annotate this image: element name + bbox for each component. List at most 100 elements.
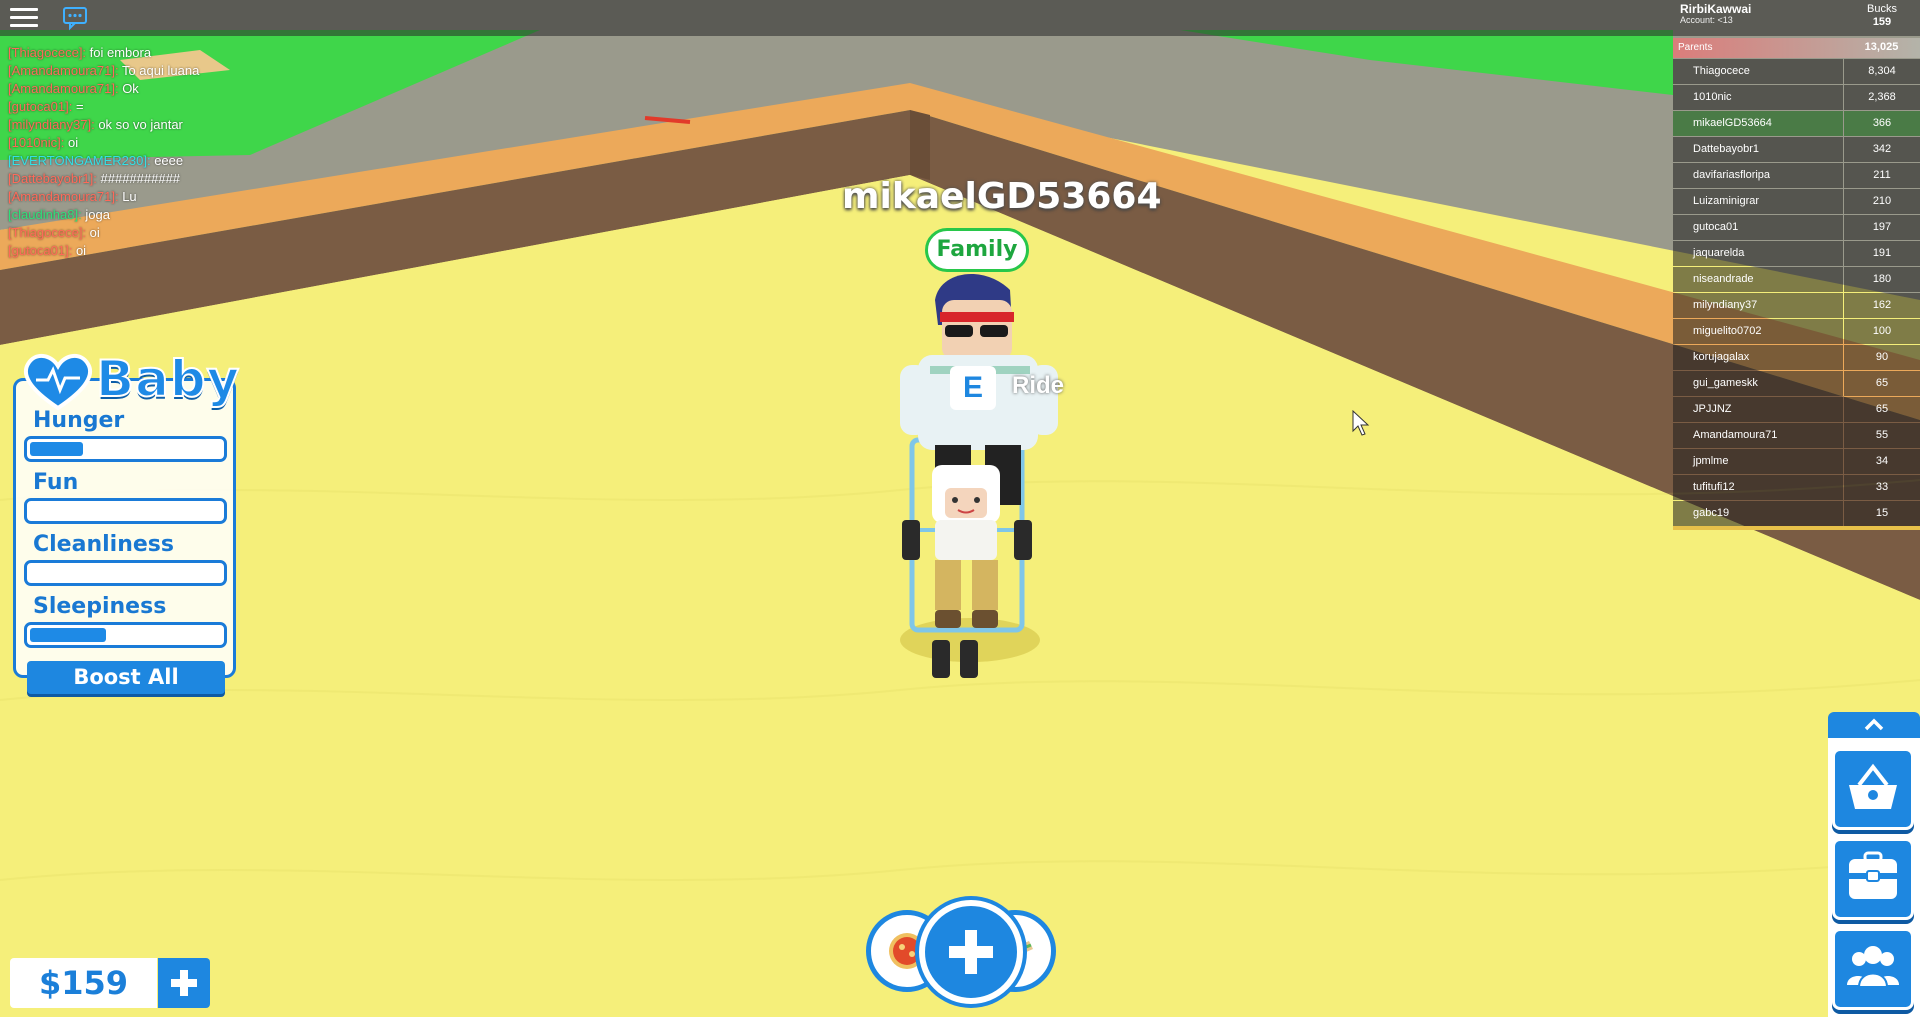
leaderboard[interactable]: Parents 13,025 Thiagocece 8,304 1010nic 2,3… — [1673, 38, 1920, 530]
cleanliness-bar — [24, 560, 227, 586]
leaderboard-row[interactable]: gutoca01 197 — [1673, 215, 1920, 240]
hamburger-menu-icon[interactable] — [10, 6, 38, 30]
leaderboard-player-name: mikaelGD53664 — [1673, 111, 1843, 136]
chat-message: [Thiagocece]: foi embora — [8, 44, 199, 62]
chat-message: [EVERTONGAMER230]: eeee — [8, 152, 199, 170]
leaderboard-player-value: 342 — [1844, 137, 1920, 162]
add-money-button[interactable] — [158, 958, 210, 1008]
chat-text: joga — [81, 207, 110, 222]
chat-sender[interactable]: [1010nic]: — [8, 135, 64, 150]
chat-text: oi — [72, 243, 87, 258]
chat-message: [gutoca01]: = — [8, 98, 199, 116]
leaderboard-row[interactable]: Luizaminigrar 210 — [1673, 189, 1920, 214]
chat-sender[interactable]: [Dattebayobr1]: — [8, 171, 97, 186]
leaderboard-team-header: Parents 13,025 — [1673, 38, 1920, 58]
chat-text: = — [72, 99, 84, 114]
chat-sender[interactable]: [Thiagocece]: — [8, 45, 86, 60]
leaderboard-row[interactable]: niseandrade 180 — [1673, 267, 1920, 292]
leaderboard-row[interactable]: jaquarelda 191 — [1673, 241, 1920, 266]
leaderboard-player-value: 366 — [1844, 111, 1920, 136]
chat-text: Ok — [118, 81, 139, 96]
leaderboard-player-name: jpmlme — [1673, 449, 1843, 474]
chat-message: [claudinha8]: joga — [8, 206, 199, 224]
leaderboard-player-name: Luizaminigrar — [1673, 189, 1843, 214]
leaderboard-player-name: 1010nic — [1673, 85, 1843, 110]
leaderboard-row[interactable]: davifariasfloripa 211 — [1673, 163, 1920, 188]
leaderboard-row[interactable]: gabc19 15 — [1673, 501, 1920, 526]
leaderboard-player-value: 2,368 — [1844, 85, 1920, 110]
bucks-display: Bucks 159 — [1850, 3, 1914, 29]
leaderboard-player-value: 210 — [1844, 189, 1920, 214]
leaderboard-row[interactable]: tufitufi12 33 — [1673, 475, 1920, 500]
leaderboard-row[interactable]: milyndiany37 162 — [1673, 293, 1920, 318]
leaderboard-player-value: 34 — [1844, 449, 1920, 474]
leaderboard-player-name: Amandamoura71 — [1673, 423, 1843, 448]
chat-sender[interactable]: [gutoca01]: — [8, 243, 72, 258]
leaderboard-player-value: 8,304 — [1844, 59, 1920, 84]
backpack-icon[interactable] — [1832, 838, 1914, 920]
chat-text: Lu — [118, 189, 137, 204]
hunger-label: Hunger — [33, 408, 125, 433]
top-bar: RirbiKawwai Account: <13 Bucks 159 — [0, 0, 1920, 36]
add-action-button[interactable] — [919, 900, 1023, 1004]
leaderboard-row[interactable]: Amandamoura71 55 — [1673, 423, 1920, 448]
people-group-icon[interactable] — [1832, 928, 1914, 1010]
chat-text: To aqui luana — [118, 63, 200, 78]
chat-message: [Thiagocece]: oi — [8, 224, 199, 242]
shopping-basket-icon[interactable] — [1832, 748, 1914, 830]
ride-label: Ride — [1012, 372, 1065, 399]
mouse-cursor-icon — [1352, 410, 1370, 436]
chat-sender[interactable]: [Amandamoura71]: — [8, 81, 119, 96]
fun-bar — [24, 498, 227, 524]
sleepiness-bar — [24, 622, 227, 648]
chevron-up-icon[interactable] — [1828, 712, 1920, 738]
game-world-backdrop — [0, 0, 1920, 1017]
leaderboard-row[interactable]: mikaelGD53664 366 — [1673, 111, 1920, 136]
leaderboard-row[interactable]: gui_gameskk 65 — [1673, 371, 1920, 396]
leaderboard-player-value: 33 — [1844, 475, 1920, 500]
leaderboard-player-value: 162 — [1844, 293, 1920, 318]
leaderboard-player-value: 55 — [1844, 423, 1920, 448]
leaderboard-row[interactable]: Thiagocece 8,304 — [1673, 59, 1920, 84]
leaderboard-player-value: 90 — [1844, 345, 1920, 370]
leaderboard-player-value: 211 — [1844, 163, 1920, 188]
chat-sender[interactable]: [Amandamoura71]: — [8, 63, 119, 78]
leaderboard-player-value: 191 — [1844, 241, 1920, 266]
leaderboard-row[interactable]: Dattebayobr1 342 — [1673, 137, 1920, 162]
interact-key-e[interactable]: E — [950, 366, 996, 410]
boost-all-button[interactable]: Boost All — [27, 661, 225, 694]
chat-text: oi — [64, 135, 79, 150]
chat-message: [1010nic]: oi — [8, 134, 199, 152]
money-display: $159 — [10, 958, 157, 1008]
leaderboard-player-name: gabc19 — [1673, 501, 1843, 526]
chat-sender[interactable]: [gutoca01]: — [8, 99, 72, 114]
leaderboard-player-name: gui_gameskk — [1673, 371, 1843, 396]
chat-text: foi embora — [86, 45, 152, 60]
chat-sender[interactable]: [Thiagocece]: — [8, 225, 86, 240]
chat-sender[interactable]: [milyndiany37]: — [8, 117, 95, 132]
bucks-value: 159 — [1872, 16, 1892, 28]
chat-sender[interactable]: [EVERTONGAMER230]: — [8, 153, 151, 168]
fun-label: Fun — [33, 470, 79, 495]
leaderboard-row[interactable]: JPJJNZ 65 — [1673, 397, 1920, 422]
chat-log: [Thiagocece]: foi embora [Amandamoura71]:… — [8, 44, 199, 260]
bucks-label: Bucks — [1867, 3, 1897, 15]
leaderboard-player-name: tufitufi12 — [1673, 475, 1843, 500]
leaderboard-row[interactable]: korujagalax 90 — [1673, 345, 1920, 370]
leaderboard-row[interactable]: 1010nic 2,368 — [1673, 85, 1920, 110]
account-info: RirbiKawwai Account: <13 — [1680, 3, 1751, 26]
leaderboard-player-value: 65 — [1844, 397, 1920, 422]
chat-bubble-icon[interactable] — [62, 5, 88, 31]
chat-sender[interactable]: [claudinha8]: — [8, 207, 82, 222]
family-team-tag: Family — [925, 228, 1029, 272]
chat-message: [milyndiany37]: ok so vo jantar — [8, 116, 199, 134]
leaderboard-row[interactable]: miguelito0702 100 — [1673, 319, 1920, 344]
chat-message: [Amandamoura71]: Ok — [8, 80, 199, 98]
leaderboard-player-value: 197 — [1844, 215, 1920, 240]
leaderboard-footer — [1673, 526, 1920, 530]
sleepiness-label: Sleepiness — [33, 594, 167, 619]
leaderboard-row[interactable]: jpmlme 34 — [1673, 449, 1920, 474]
chat-sender[interactable]: [Amandamoura71]: — [8, 189, 119, 204]
chat-text: ok so vo jantar — [94, 117, 183, 132]
plus-icon — [949, 930, 993, 974]
